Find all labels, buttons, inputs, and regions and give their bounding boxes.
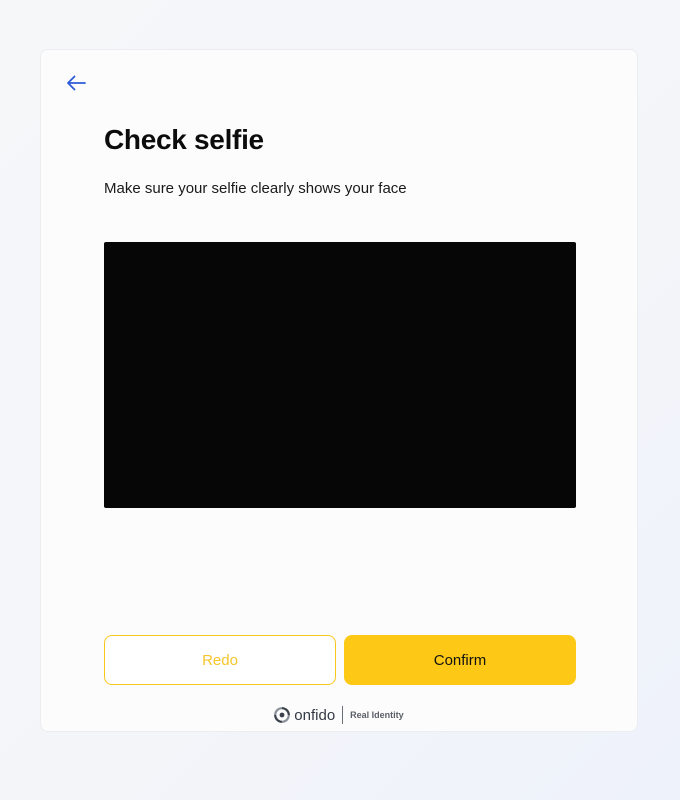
footer-divider	[342, 706, 344, 724]
page-subtitle: Make sure your selfie clearly shows your…	[104, 180, 407, 197]
footer-branding: onfido Real Identity	[41, 706, 637, 724]
brand-tagline: Real Identity	[350, 710, 404, 720]
page-title: Check selfie	[104, 124, 264, 155]
arrow-left-icon	[67, 75, 86, 91]
onfido-logo: onfido	[274, 707, 335, 724]
verification-card: Check selfie Make sure your selfie clear…	[40, 49, 638, 732]
confirm-button[interactable]: Confirm	[344, 635, 576, 685]
onfido-logo-icon	[274, 707, 291, 723]
back-button[interactable]	[63, 70, 89, 96]
selfie-preview	[104, 242, 576, 508]
brand-name: onfido	[294, 706, 336, 724]
redo-button[interactable]: Redo	[104, 635, 336, 685]
